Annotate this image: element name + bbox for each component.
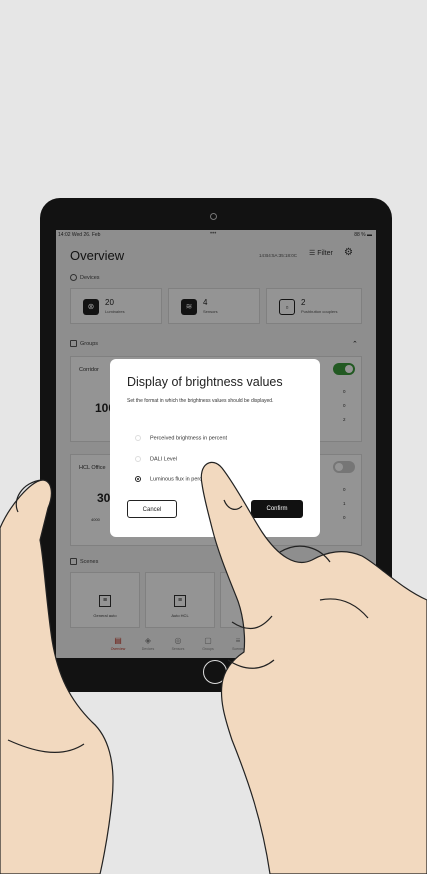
hands-illustration bbox=[0, 461, 427, 874]
right-hand bbox=[200, 461, 427, 874]
left-hand bbox=[0, 479, 114, 874]
